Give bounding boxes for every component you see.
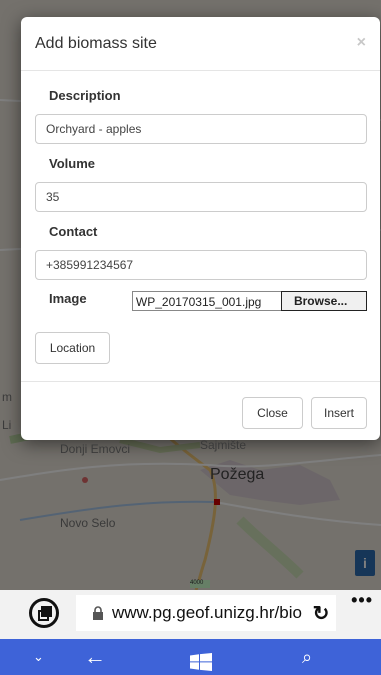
map-label-pozega: Požega <box>210 466 265 483</box>
contact-label: Contact <box>49 224 98 239</box>
windows-logo-svg <box>190 653 212 671</box>
close-icon[interactable]: × <box>357 34 366 52</box>
browser-bar: www.pg.geof.unizg.hr/bio ↻ ••• <box>0 590 381 639</box>
map-label-partial-li: Li <box>2 418 12 432</box>
more-icon[interactable]: ••• <box>351 590 373 611</box>
address-bar[interactable]: www.pg.geof.unizg.hr/bio ↻ <box>76 595 336 631</box>
search-icon[interactable]: ⌕ <box>302 639 312 675</box>
image-row: Image WP_20170315_001.jpg Browse... <box>35 290 367 312</box>
map-label-partial-m: m <box>2 390 12 404</box>
modal-footer: Close Insert <box>21 381 380 440</box>
volume-field[interactable]: 35 <box>35 182 367 212</box>
insert-button[interactable]: Insert <box>311 397 367 429</box>
chevron-down-icon[interactable]: ⌄ <box>33 639 44 675</box>
contact-field[interactable]: +385991234567 <box>35 250 367 280</box>
map-label-novo-selo: Novo Selo <box>60 516 116 530</box>
description-field[interactable]: Orchyard - apples <box>35 114 367 144</box>
modal-title: Add biomass site <box>35 35 157 52</box>
volume-label: Volume <box>49 156 95 171</box>
windows-logo-icon[interactable] <box>190 649 212 671</box>
tabs-icon[interactable] <box>29 598 59 628</box>
lock-icon <box>84 606 112 620</box>
description-label: Description <box>49 88 121 103</box>
map-label-sajmiste: Sajmište <box>200 438 247 452</box>
image-file-name[interactable]: WP_20170315_001.jpg <box>131 291 282 311</box>
add-biomass-modal: Add biomass site × Description Orchyard … <box>21 17 380 440</box>
tabs-icon-front-square <box>38 610 49 621</box>
refresh-icon[interactable]: ↻ <box>308 601 334 626</box>
windows-nav-bar: ⌄ ← ⌕ <box>0 639 381 675</box>
url-text[interactable]: www.pg.geof.unizg.hr/bio <box>112 603 308 623</box>
back-arrow-icon[interactable]: ← <box>84 639 106 675</box>
browse-button[interactable]: Browse... <box>280 291 367 311</box>
image-label: Image <box>49 291 87 306</box>
close-button[interactable]: Close <box>242 397 303 429</box>
location-button[interactable]: Location <box>35 332 110 364</box>
lock-icon-svg <box>93 606 103 620</box>
map-label-donji-emovci: Donji Emovci <box>60 442 131 456</box>
modal-body: Description Orchyard - apples Volume 35 … <box>21 71 380 381</box>
modal-header: Add biomass site × <box>21 17 380 71</box>
